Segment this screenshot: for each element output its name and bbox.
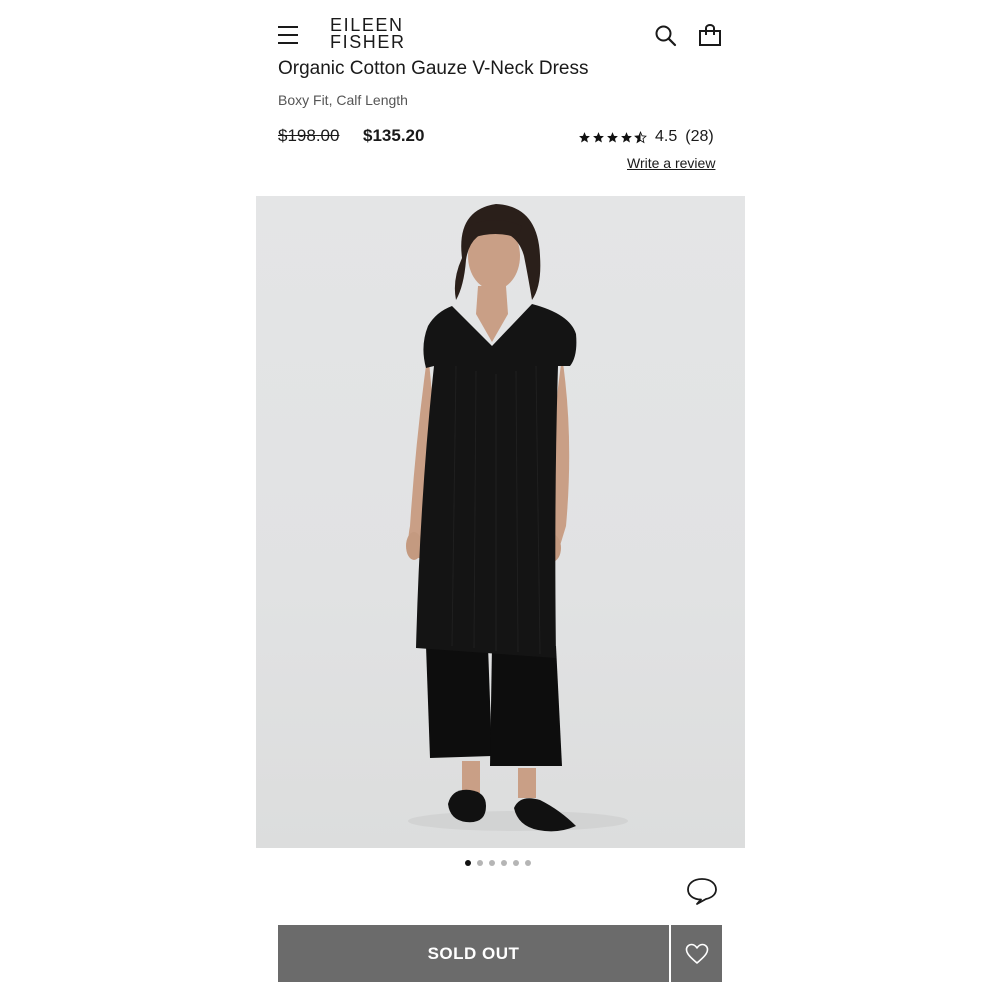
carousel-dot-5[interactable] [513,860,519,866]
carousel-dots [465,860,531,866]
heart-icon [685,943,708,964]
wishlist-button[interactable] [671,925,722,982]
logo-line-2: FISHER [330,32,406,52]
star-full-icon [593,131,604,142]
carousel-dot-2[interactable] [477,860,483,866]
rating-value: 4.5 [655,128,678,145]
product-title: Organic Cotton Gauze V-Neck Dress [278,58,589,79]
star-full-icon [607,131,618,142]
rating-count: (28) [685,128,714,145]
product-page: EILEEN FISHER Organic Cotton Gauze V-Nec… [256,0,745,1000]
carousel-dot-4[interactable] [501,860,507,866]
shopping-bag-icon[interactable] [698,23,722,47]
product-image[interactable] [256,196,745,848]
product-subtitle: Boxy Fit, Calf Length [278,92,408,108]
star-full-icon [579,131,590,142]
sold-out-button[interactable]: SOLD OUT [278,925,669,982]
carousel-dot-6[interactable] [525,860,531,866]
write-review-link[interactable]: Write a review [627,155,715,171]
product-rating[interactable]: 4.5 (28) [578,128,714,146]
chat-bubble-icon[interactable] [686,876,718,906]
star-full-icon [621,131,632,142]
original-price: $198.00 [278,126,340,145]
brand-logo[interactable]: EILEEN FISHER [330,16,410,52]
hamburger-menu-icon[interactable] [278,24,300,44]
star-half-icon [634,130,647,143]
carousel-dot-1[interactable] [465,860,471,866]
search-icon[interactable] [654,24,678,48]
model-photo [406,204,628,832]
rating-stars [578,130,647,144]
carousel-dot-3[interactable] [489,860,495,866]
sale-price: $135.20 [363,126,425,145]
